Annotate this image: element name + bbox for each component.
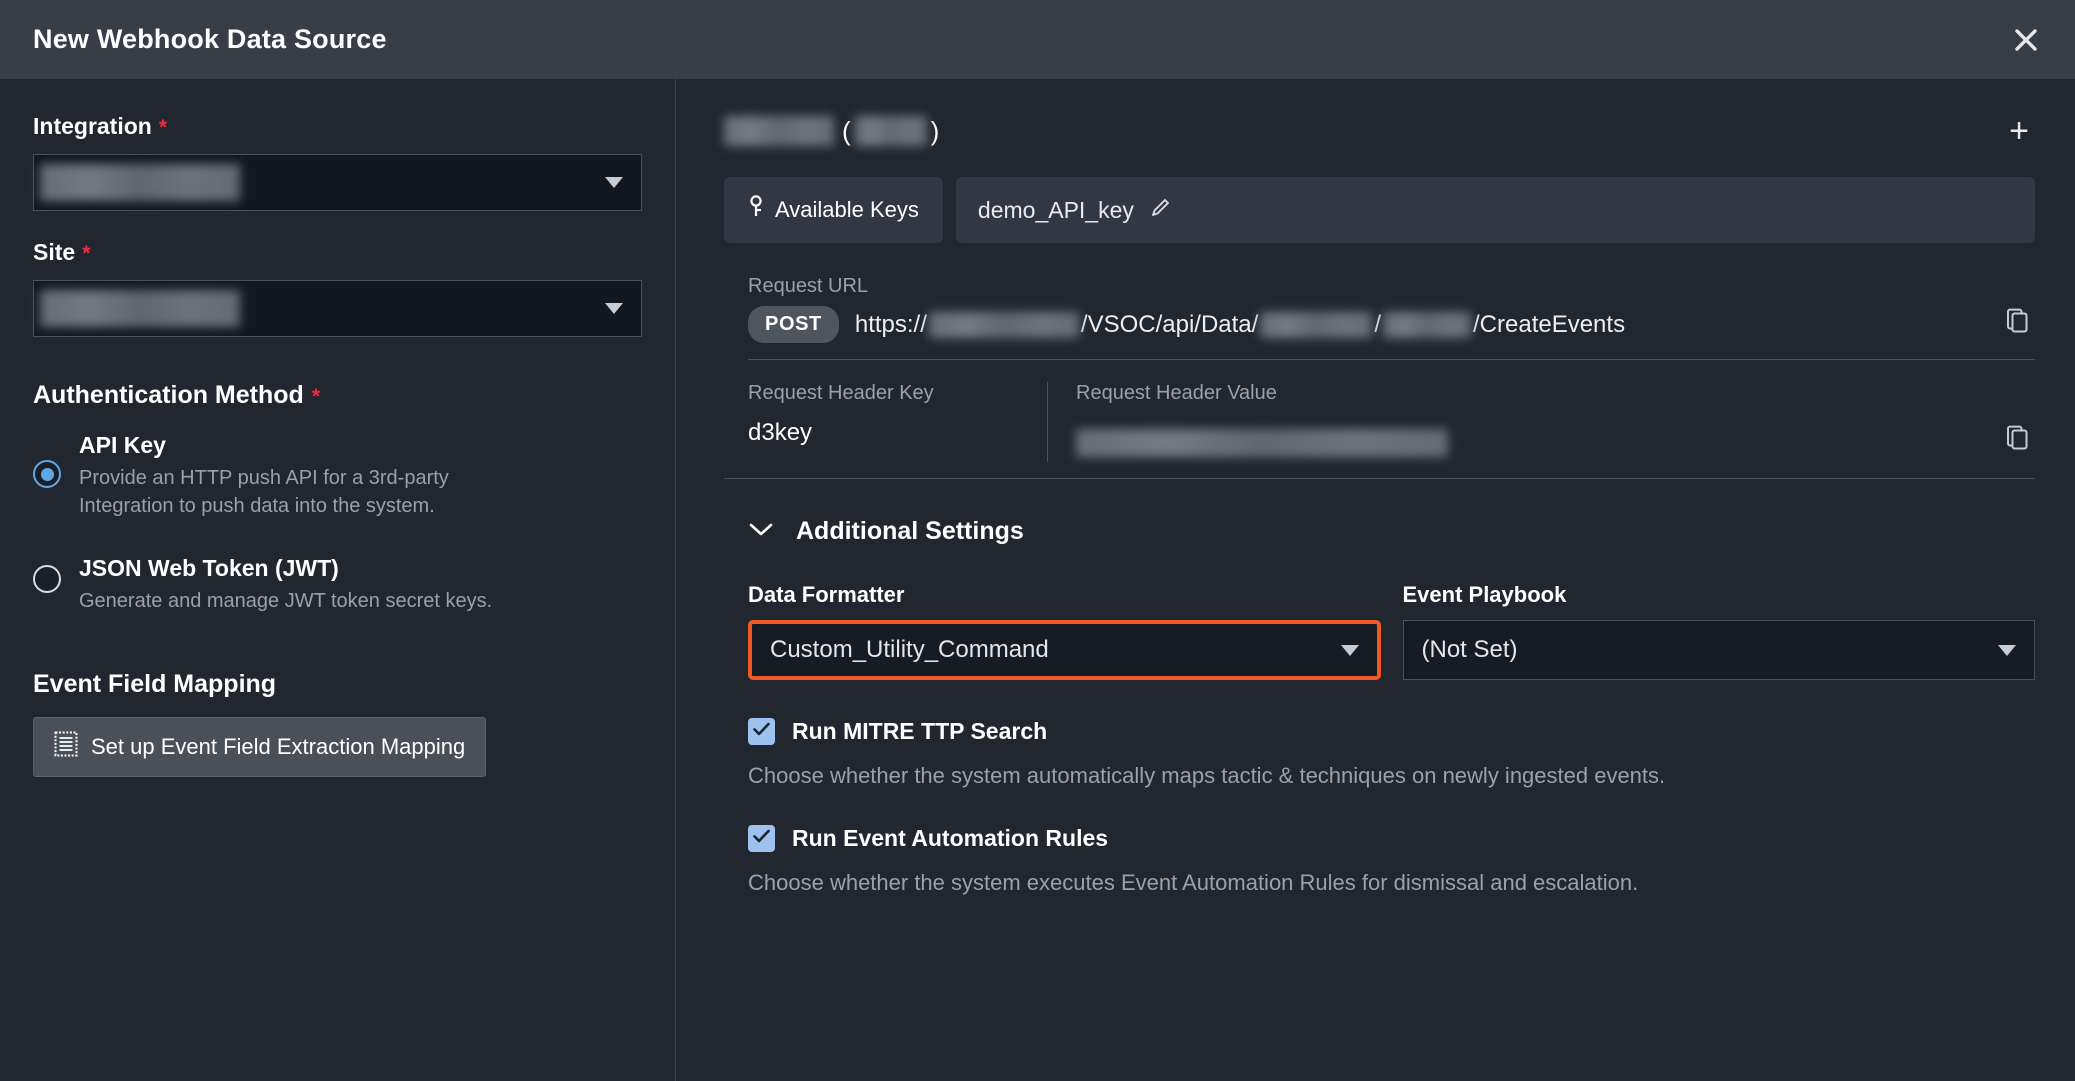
copy-icon — [2005, 440, 2031, 457]
required-asterisk: * — [82, 242, 90, 266]
dialog-titlebar: New Webhook Data Source — [0, 0, 2075, 79]
check-icon — [752, 828, 771, 849]
chevron-down-icon — [1998, 645, 2016, 656]
checkbox-row-mitre-ttp-search[interactable]: Run MITRE TTP Search — [748, 718, 2035, 745]
copy-request-url-button[interactable] — [2001, 304, 2035, 345]
radio-jwt-description: Generate and manage JWT token secret key… — [79, 587, 492, 615]
chevron-down-icon — [605, 303, 623, 314]
radio-api-key-title: API Key — [79, 432, 499, 459]
edit-pencil-icon[interactable] — [1150, 196, 1172, 224]
site-select[interactable] — [33, 280, 642, 337]
selected-api-key-chip[interactable]: demo_API_key — [956, 177, 2035, 243]
radio-dot-icon — [41, 468, 54, 481]
url-scheme: https:// — [855, 311, 927, 339]
additional-settings-title: Additional Settings — [796, 517, 1024, 546]
setup-event-field-extraction-mapping-label: Set up Event Field Extraction Mapping — [91, 734, 465, 760]
event-playbook-label: Event Playbook — [1403, 582, 2036, 608]
request-header-block: Request Header Key d3key Request Header … — [724, 382, 2035, 479]
request-header-value-column: Request Header Value — [1048, 382, 2035, 462]
radio-api-key-indicator[interactable] — [33, 460, 61, 488]
checkbox-mitre-ttp-search[interactable] — [748, 718, 775, 745]
request-header-key-column: Request Header Key d3key — [748, 382, 1048, 462]
url-host-redacted — [929, 312, 1079, 338]
url-path-createevents: /CreateEvents — [1473, 311, 1625, 339]
setup-event-field-extraction-mapping-button[interactable]: Set up Event Field Extraction Mapping — [33, 717, 486, 777]
site-label: Site * — [33, 239, 642, 266]
radio-jwt-indicator[interactable] — [33, 565, 61, 593]
radio-jwt-title: JSON Web Token (JWT) — [79, 555, 492, 582]
checkbox-event-automation-rules-label: Run Event Automation Rules — [792, 825, 1108, 852]
data-formatter-column: Data Formatter Custom_Utility_Command — [748, 582, 1381, 680]
copy-icon — [2005, 323, 2031, 340]
settings-columns: Data Formatter Custom_Utility_Command Ev… — [748, 582, 2035, 680]
paren-open: ( — [842, 116, 851, 147]
paren-close: ) — [931, 116, 940, 147]
url-path-vsoc: /VSOC/api/Data/ — [1081, 311, 1258, 339]
event-playbook-select[interactable]: (Not Set) — [1403, 620, 2036, 680]
selected-api-key-name: demo_API_key — [978, 197, 1134, 224]
request-header-key-value: d3key — [748, 419, 1047, 447]
chevron-down-icon — [748, 521, 774, 542]
keys-row: Available Keys demo_API_key — [724, 177, 2035, 243]
site-label-text: Site — [33, 239, 75, 266]
required-asterisk: * — [159, 116, 167, 140]
authentication-method-heading-text: Authentication Method — [33, 381, 304, 410]
radio-option-api-key[interactable]: API Key Provide an HTTP push API for a 3… — [33, 432, 642, 521]
url-separator: / — [1374, 311, 1381, 339]
chevron-down-icon — [1341, 645, 1359, 656]
checkbox-mitre-ttp-search-description: Choose whether the system automatically … — [748, 763, 2035, 789]
request-url-label: Request URL — [748, 275, 2035, 298]
available-keys-label: Available Keys — [775, 197, 919, 223]
chevron-down-icon — [605, 177, 623, 188]
request-header-value-label: Request Header Value — [1076, 382, 2001, 405]
url-site-redacted — [1383, 312, 1471, 338]
checkbox-row-event-automation-rules[interactable]: Run Event Automation Rules — [748, 825, 2035, 852]
integration-label-text: Integration — [33, 113, 152, 140]
integration-select[interactable] — [33, 154, 642, 211]
event-playbook-column: Event Playbook (Not Set) — [1403, 582, 2036, 680]
list-document-icon — [54, 731, 78, 763]
checkbox-event-automation-rules[interactable] — [748, 825, 775, 852]
authentication-method-heading: Authentication Method * — [33, 381, 642, 410]
integration-label: Integration * — [33, 113, 642, 140]
request-header-key-label: Request Header Key — [748, 382, 1047, 405]
checkbox-mitre-ttp-search-label: Run MITRE TTP Search — [792, 718, 1047, 745]
site-selected-value-redacted — [40, 290, 240, 327]
left-panel: Integration * Site * Authentication Meth… — [0, 79, 676, 1081]
event-playbook-value: (Not Set) — [1422, 636, 1518, 664]
page-title: New Webhook Data Source — [33, 24, 387, 55]
datasource-name-redacted — [724, 116, 834, 146]
required-asterisk: * — [312, 385, 320, 409]
dialog-body: Integration * Site * Authentication Meth… — [0, 79, 2075, 1081]
datasource-header-row: ( ) + — [724, 109, 2035, 153]
copy-request-header-value-button[interactable] — [2001, 421, 2035, 462]
data-formatter-value: Custom_Utility_Command — [770, 636, 1049, 664]
event-field-mapping-heading: Event Field Mapping — [33, 670, 642, 699]
right-panel: ( ) + Available Keys demo_API_key — [676, 79, 2075, 1081]
available-keys-tab[interactable]: Available Keys — [724, 177, 943, 243]
datasource-name-display: ( ) — [724, 116, 939, 147]
request-url-row: POST https:// /VSOC/api/Data/ / /CreateE… — [748, 304, 2035, 360]
url-integration-redacted — [1260, 312, 1372, 338]
checkbox-event-automation-rules-description: Choose whether the system executes Event… — [748, 870, 2035, 896]
request-header-value-redacted — [1076, 429, 1448, 457]
close-button[interactable] — [2003, 17, 2049, 63]
check-icon — [752, 721, 771, 742]
additional-settings-toggle[interactable]: Additional Settings — [748, 517, 2035, 546]
request-url-block: Request URL POST https:// /VSOC/api/Data… — [724, 275, 2035, 360]
request-url-value: https:// /VSOC/api/Data/ / /CreateEvents — [855, 311, 1985, 339]
integration-selected-value-redacted — [40, 164, 240, 201]
http-method-badge: POST — [748, 306, 839, 343]
radio-api-key-description: Provide an HTTP push API for a 3rd-party… — [79, 464, 499, 521]
datasource-type-redacted — [855, 116, 927, 146]
radio-option-jwt[interactable]: JSON Web Token (JWT) Generate and manage… — [33, 555, 642, 615]
data-formatter-select[interactable]: Custom_Utility_Command — [748, 620, 1381, 680]
add-key-button[interactable]: + — [2003, 114, 2035, 148]
data-formatter-label: Data Formatter — [748, 582, 1381, 608]
key-icon — [748, 195, 764, 225]
close-icon — [2013, 27, 2039, 53]
